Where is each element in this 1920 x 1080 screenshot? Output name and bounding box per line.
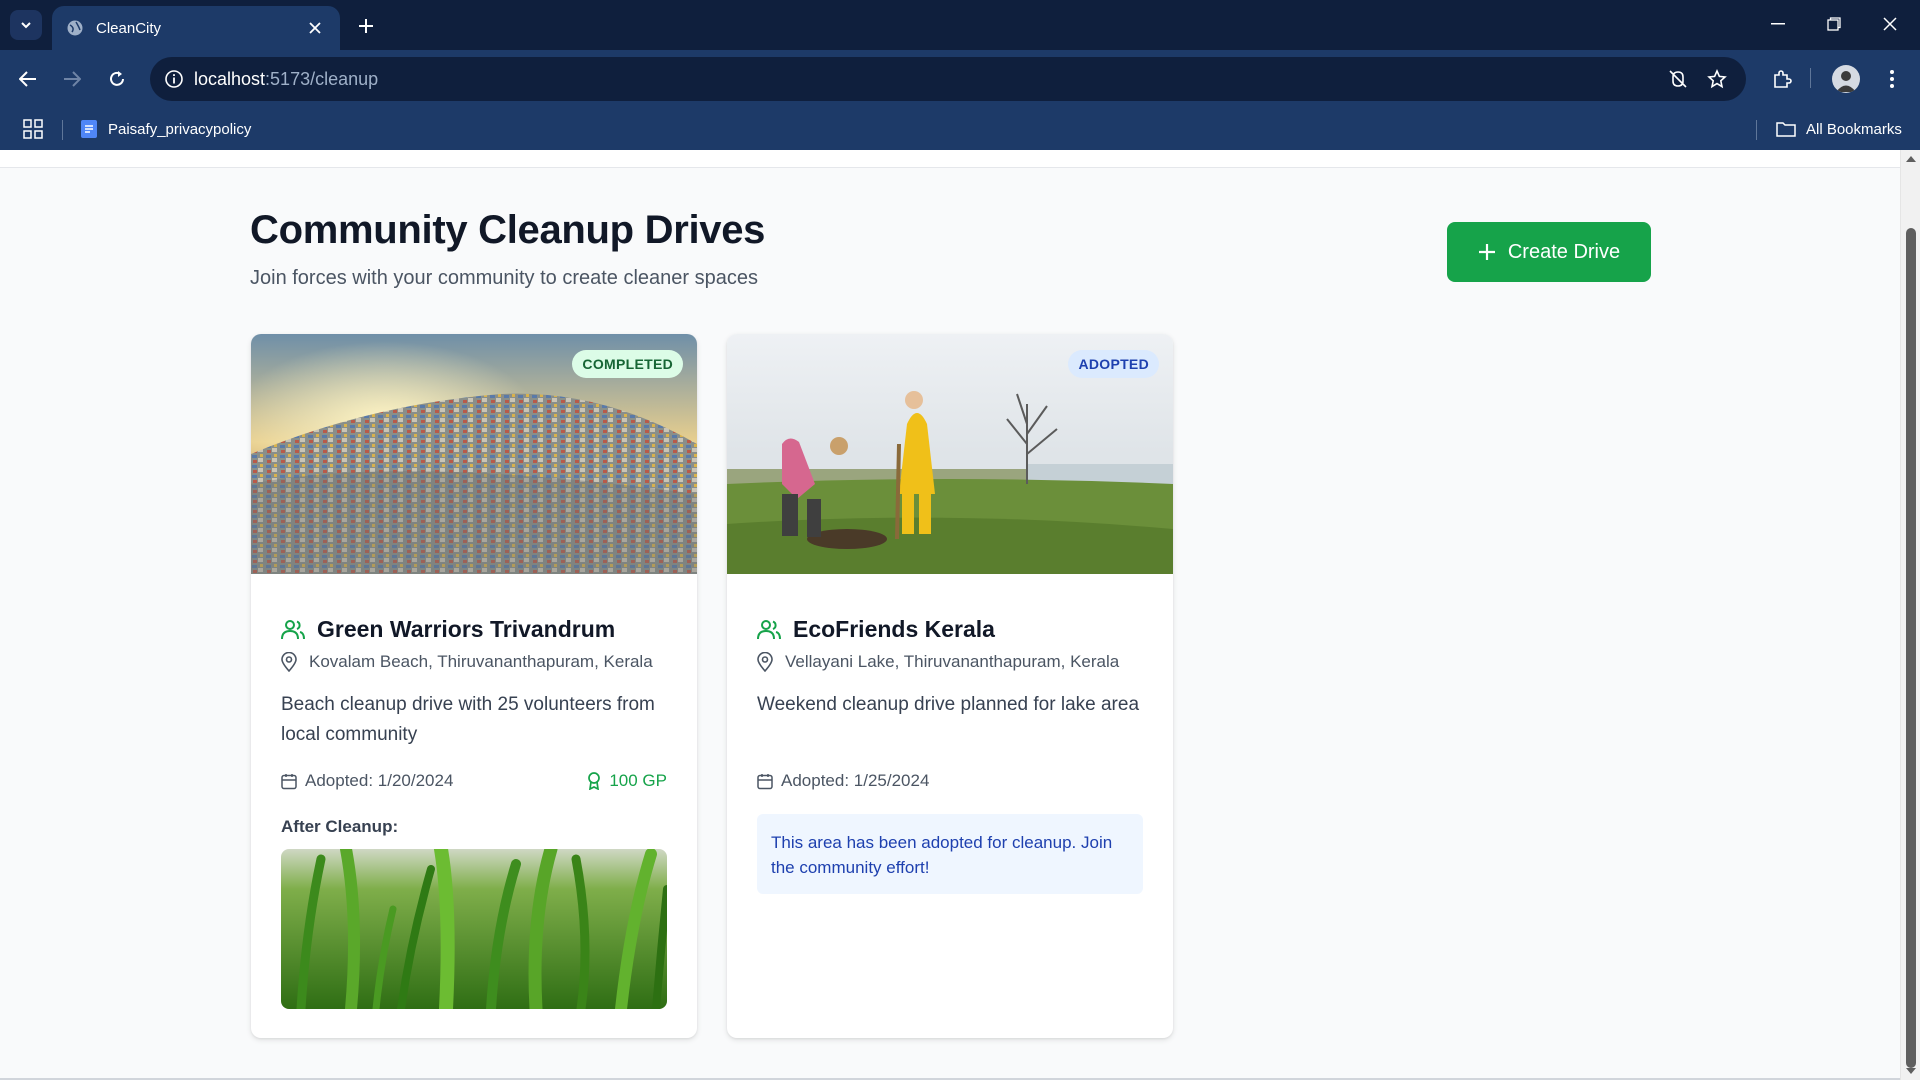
close-tab-icon[interactable] [304, 17, 326, 39]
scroll-up-icon[interactable] [1906, 156, 1916, 162]
drive-location: Vellayani Lake, Thiruvananthapuram, Kera… [757, 652, 1119, 672]
folder-icon [1776, 122, 1796, 137]
users-icon [757, 619, 781, 641]
page-scrollbar[interactable] [1900, 150, 1920, 1080]
new-tab-icon[interactable] [352, 12, 380, 40]
chevron-down-icon [21, 22, 31, 29]
adopted-notice: This area has been adopted for cleanup. … [757, 814, 1143, 894]
apps-grid-icon[interactable] [22, 118, 44, 140]
plus-icon [1478, 243, 1496, 261]
close-window-icon[interactable] [1862, 0, 1918, 48]
site-info-icon[interactable] [164, 69, 184, 89]
page-subtitle: Join forces with your community to creat… [250, 267, 758, 289]
document-icon [81, 120, 97, 138]
green-points: 100 GP [587, 771, 667, 791]
award-icon [587, 772, 601, 790]
browser-tab[interactable]: CleanCity [52, 6, 340, 50]
tab-strip: CleanCity [0, 0, 1920, 50]
status-badge: COMPLETED [572, 350, 683, 378]
tab-search-button[interactable] [10, 10, 42, 40]
tab-title: CleanCity [96, 19, 162, 37]
map-pin-icon [281, 652, 297, 672]
all-bookmarks-label: All Bookmarks [1806, 120, 1902, 138]
drive-name: Green Warriors Trivandrum [281, 616, 615, 643]
calendar-icon [281, 773, 297, 790]
address-bar[interactable]: localhost:5173/cleanup [150, 57, 1746, 101]
bookmark-label: Paisafy_privacypolicy [108, 120, 252, 138]
all-bookmarks[interactable]: All Bookmarks [1776, 114, 1902, 144]
calendar-icon [757, 773, 773, 790]
bookmark-star-icon[interactable] [1705, 67, 1729, 91]
drive-card[interactable]: ADOPTED EcoFriends Kerala Vellayani Lake… [727, 334, 1173, 1038]
adopted-date: Adopted: 1/20/2024 [281, 771, 453, 791]
create-drive-button[interactable]: Create Drive [1447, 222, 1651, 282]
users-icon [281, 619, 305, 641]
browser-toolbar: localhost:5173/cleanup [0, 50, 1920, 108]
globe-icon [67, 20, 83, 36]
map-pin-icon [757, 652, 773, 672]
forward-icon[interactable] [56, 63, 88, 95]
drive-name: EcoFriends Kerala [757, 616, 995, 643]
after-cleanup-label: After Cleanup: [281, 817, 399, 836]
page-title: Community Cleanup Drives [250, 208, 766, 252]
minimize-icon[interactable] [1750, 0, 1806, 48]
drive-description: Weekend cleanup drive planned for lake a… [757, 694, 1140, 715]
drive-location: Kovalam Beach, Thiruvananthapuram, Keral… [281, 652, 653, 672]
url-text: localhost:5173/cleanup [194, 68, 379, 89]
restore-icon[interactable] [1806, 0, 1862, 48]
drive-card[interactable]: COMPLETED Green Warriors Trivandrum Kova… [251, 334, 697, 1038]
scrollbar-thumb[interactable] [1906, 228, 1916, 1068]
page-header-edge [0, 150, 1900, 168]
back-icon[interactable] [12, 63, 44, 95]
reload-icon[interactable] [101, 63, 133, 95]
profile-avatar[interactable] [1832, 65, 1860, 93]
scroll-down-icon[interactable] [1906, 1068, 1916, 1074]
tracking-protection-icon[interactable] [1666, 67, 1690, 91]
browser-menu-icon[interactable] [1876, 63, 1908, 95]
status-badge: ADOPTED [1068, 350, 1159, 378]
create-drive-label: Create Drive [1507, 240, 1621, 263]
adopted-date: Adopted: 1/25/2024 [757, 771, 929, 791]
bookmark-item[interactable]: Paisafy_privacypolicy [80, 114, 251, 144]
extensions-icon[interactable] [1766, 63, 1798, 95]
bookmarks-bar: Paisafy_privacypolicy All Bookmarks [0, 108, 1920, 150]
drive-description: Beach cleanup drive with 25 volunteers f… [281, 694, 655, 745]
page-viewport: Community Cleanup Drives Join forces wit… [0, 150, 1920, 1080]
after-cleanup-photo [281, 849, 667, 1009]
